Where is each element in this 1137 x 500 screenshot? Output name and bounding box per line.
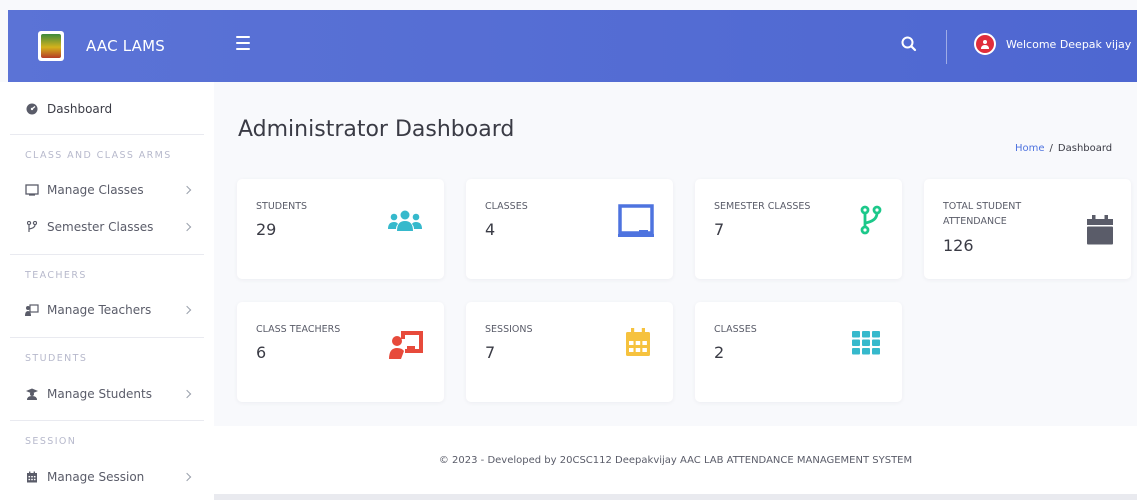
bottom-strip: [214, 494, 1137, 500]
chevron-right-icon: [182, 222, 192, 232]
card-value: 7: [485, 343, 496, 362]
user-avatar-icon: [974, 33, 996, 55]
chevron-right-icon: [182, 389, 192, 399]
search-icon[interactable]: [899, 34, 919, 54]
sidebar-item-manage-students[interactable]: Manage Students: [0, 383, 214, 405]
breadcrumb: Home / Dashboard: [1015, 143, 1112, 154]
student-icon: [25, 387, 39, 401]
topbar-divider: [946, 30, 947, 64]
code-branch-icon: [25, 220, 39, 234]
card-value: 29: [256, 220, 277, 239]
stat-card-sessions[interactable]: SESSIONS 7: [466, 302, 673, 402]
chalkboard-icon: [617, 204, 655, 244]
sidebar-item-semester-classes[interactable]: Semester Classes: [0, 216, 214, 238]
topbar-inner: AAC LAMS Welcome Deepak vijay: [8, 10, 1137, 82]
app-name: AAC LAMS: [86, 37, 165, 55]
code-branch-icon: [860, 205, 882, 239]
sidebar-divider: [10, 420, 204, 421]
topbar: AAC LAMS Welcome Deepak vijay: [0, 0, 1137, 82]
sidebar-item-label: Manage Classes: [47, 183, 144, 197]
stat-card-students[interactable]: STUDENTS 29: [237, 179, 444, 279]
card-label: CLASS TEACHERS: [256, 324, 341, 335]
sidebar-item-manage-session[interactable]: Manage Session: [0, 466, 214, 488]
sidebar-divider: [10, 134, 204, 135]
card-value: 2: [714, 343, 725, 362]
sidebar-divider: [10, 337, 204, 338]
footer-text: © 2023 - Developed by 20CSC112 Deepakvij…: [438, 454, 913, 466]
card-value: 7: [714, 220, 725, 239]
sidebar-item-manage-classes[interactable]: Manage Classes: [0, 179, 214, 201]
breadcrumb-current: Dashboard: [1057, 143, 1113, 154]
users-icon: [387, 209, 423, 237]
card-label: CLASSES: [485, 201, 528, 212]
stat-card-class-teachers[interactable]: CLASS TEACHERS 6: [237, 302, 444, 402]
stat-card-classes[interactable]: CLASSES 4: [466, 179, 673, 279]
card-label: STUDENTS: [256, 201, 308, 212]
college-logo-icon: [38, 31, 64, 61]
calendar-alt-icon: [25, 470, 39, 484]
sidebar-item-dashboard[interactable]: Dashboard: [0, 98, 214, 120]
card-value: 126: [943, 236, 974, 255]
breadcrumb-separator: /: [1049, 143, 1053, 154]
sidebar-heading-students: STUDENTS: [25, 353, 88, 364]
chevron-right-icon: [182, 472, 192, 482]
sidebar-heading-session: SESSION: [25, 436, 77, 447]
calendar-alt-icon: [626, 328, 650, 360]
page-title: Administrator Dashboard: [238, 117, 515, 142]
sidebar-item-label: Dashboard: [47, 102, 113, 116]
sidebar-divider: [10, 254, 204, 255]
stat-card-classes-2[interactable]: CLASSES 2: [695, 302, 902, 402]
user-menu[interactable]: Welcome Deepak vijay: [974, 33, 1131, 55]
sidebar-item-label: Manage Students: [47, 387, 152, 401]
menu-toggle-icon[interactable]: [236, 36, 250, 50]
card-label: SESSIONS: [485, 324, 533, 335]
breadcrumb-home-link[interactable]: Home: [1015, 143, 1045, 154]
th-icon: [852, 331, 880, 359]
footer: © 2023 - Developed by 20CSC112 Deepakvij…: [214, 426, 1137, 494]
sidebar-heading-teachers: TEACHERS: [25, 270, 87, 281]
chalkboard-teacher-icon: [25, 303, 39, 317]
brand[interactable]: AAC LAMS: [8, 10, 214, 82]
chevron-right-icon: [182, 305, 192, 315]
sidebar: Dashboard CLASS AND CLASS ARMS Manage Cl…: [0, 82, 214, 500]
calendar-icon: [1087, 215, 1113, 249]
chalkboard-teacher-icon: [389, 329, 425, 363]
chalkboard-icon: [25, 183, 39, 197]
card-label: SEMESTER CLASSES: [714, 201, 811, 212]
card-value: 6: [256, 343, 267, 362]
stat-card-semester-classes[interactable]: SEMESTER CLASSES 7: [695, 179, 902, 279]
chevron-right-icon: [182, 185, 192, 195]
user-welcome-text: Welcome Deepak vijay: [1006, 37, 1132, 51]
sidebar-item-manage-teachers[interactable]: Manage Teachers: [0, 299, 214, 321]
sidebar-item-label: Manage Teachers: [47, 303, 152, 317]
dashboard-icon: [25, 102, 39, 116]
card-value: 4: [485, 220, 496, 239]
sidebar-heading-classes: CLASS AND CLASS ARMS: [25, 150, 172, 161]
card-label: TOTAL STUDENT ATTENDANCE: [943, 201, 1022, 227]
sidebar-item-label: Semester Classes: [47, 220, 154, 234]
stat-card-total-attendance[interactable]: TOTAL STUDENT ATTENDANCE 126: [924, 179, 1131, 279]
card-label: CLASSES: [714, 324, 757, 335]
sidebar-item-label: Manage Session: [47, 470, 145, 484]
